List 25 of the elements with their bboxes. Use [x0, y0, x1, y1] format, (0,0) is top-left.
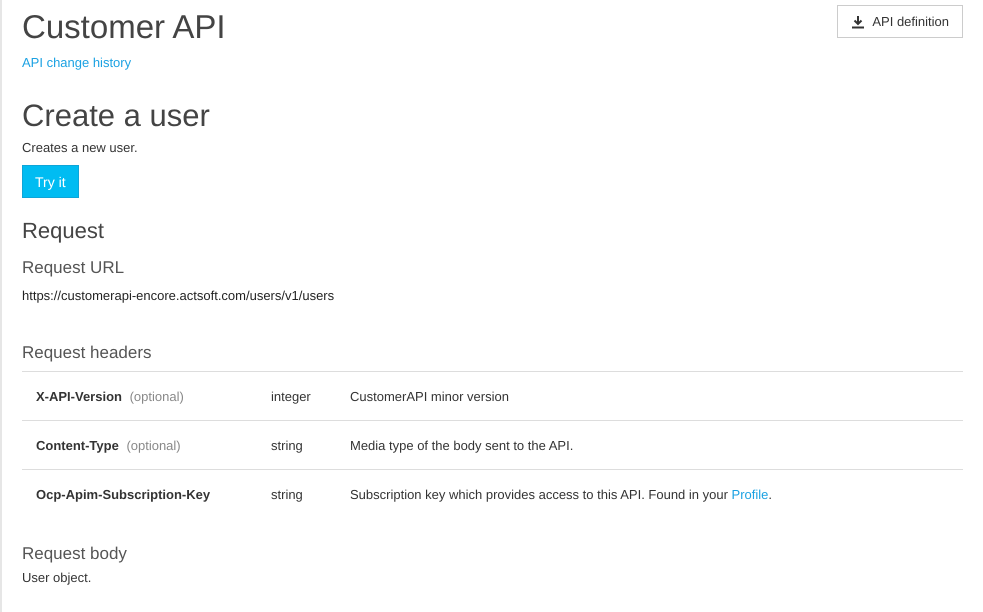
header-name: Ocp-Apim-Subscription-Key — [36, 486, 210, 502]
api-title: Customer API — [22, 8, 226, 46]
download-icon — [851, 14, 866, 28]
operation-description: Creates a new user. — [22, 140, 139, 155]
header-description: Media type of the body sent to the API. — [350, 438, 574, 452]
header-description: CustomerAPI minor version — [350, 388, 509, 404]
try-it-button[interactable]: Try it — [22, 165, 79, 198]
header-name: X-API-Version — [36, 388, 122, 404]
operation-title: Create a user — [22, 98, 211, 134]
header-type: string — [271, 438, 303, 452]
request-headers-heading: Request headers — [22, 343, 152, 363]
request-url-heading: Request URL — [22, 258, 126, 278]
header-type: string — [271, 486, 303, 502]
header-name: Content-Type — [36, 438, 119, 452]
profile-link[interactable]: Profile — [732, 486, 768, 502]
header-type: integer — [271, 388, 311, 404]
request-body-heading: Request body — [22, 544, 128, 564]
request-url: https://customerapi-encore.actsoft.com/users/v1/users — [22, 288, 336, 303]
optional-label: (optional) — [126, 438, 181, 452]
request-heading: Request — [22, 218, 105, 244]
api-definition-button[interactable]: API definition — [837, 5, 963, 38]
api-change-history-link[interactable]: API change history — [22, 55, 132, 70]
request-body-description: User object. — [22, 570, 92, 585]
header-description: Subscription key which provides access to this API. Found in your Profile. — [350, 486, 772, 502]
optional-label: (optional) — [130, 388, 184, 404]
